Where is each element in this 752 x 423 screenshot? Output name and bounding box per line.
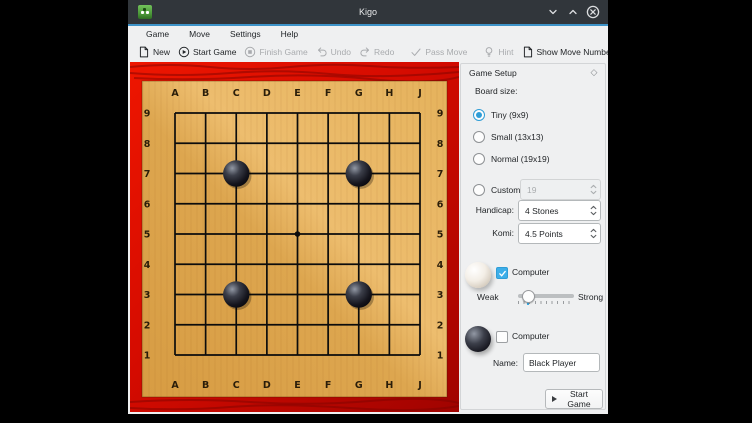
board-size-option-small-13x13[interactable]: Small (13x13) <box>473 130 543 143</box>
hint-icon <box>483 46 495 58</box>
svg-text:4: 4 <box>144 260 151 271</box>
svg-text:A: A <box>171 380 179 391</box>
board-size-option-tiny-9x9[interactable]: Tiny (9x9) <box>473 108 528 121</box>
svg-text:2: 2 <box>437 320 444 331</box>
svg-text:8: 8 <box>144 139 151 150</box>
menu-item-help[interactable]: Help <box>271 29 308 39</box>
white-stone-image <box>465 262 491 288</box>
main-content: A A B B C C D D E E F F G G H H J J 9 9 8 8 7 7 6 6 5 5 4 4 3 3 2 2 1 1 Gam… <box>128 62 608 414</box>
play-icon <box>552 396 557 402</box>
menu-bar: GameMoveSettingsHelp <box>128 26 608 41</box>
svg-text:A: A <box>171 88 179 99</box>
svg-text:5: 5 <box>437 230 444 241</box>
radio-button[interactable] <box>473 153 485 165</box>
svg-text:D: D <box>263 380 271 391</box>
svg-text:7: 7 <box>437 169 444 180</box>
start-game-button[interactable]: Start Game <box>174 42 240 61</box>
board-size-option-custom[interactable]: Custom: <box>473 183 523 196</box>
svg-text:B: B <box>202 88 209 99</box>
pass-move-button: Pass Move <box>406 42 471 61</box>
new-button[interactable]: New <box>134 42 174 61</box>
svg-text:H: H <box>385 88 393 99</box>
window-title: Kigo <box>128 7 608 17</box>
toolbar: NewStart GameFinish GameUndoRedo Pass Mov… <box>128 41 608 62</box>
redo-icon <box>359 46 371 58</box>
finish-game-icon <box>244 46 256 58</box>
svg-text:C: C <box>233 88 240 99</box>
radio-button[interactable] <box>473 131 485 143</box>
svg-text:E: E <box>294 380 301 391</box>
svg-text:2: 2 <box>144 320 151 331</box>
hint-button: Hint <box>479 42 517 61</box>
svg-text:E: E <box>294 88 301 99</box>
minimize-button[interactable] <box>546 5 560 19</box>
svg-text:G: G <box>355 88 363 99</box>
board-size-option-normal-19x19[interactable]: Normal (19x19) <box>473 152 550 165</box>
radio-button[interactable] <box>473 109 485 121</box>
desktop-background: { "window": { "title": "Kigo" }, "menu":… <box>0 0 752 423</box>
svg-text:B: B <box>202 380 209 391</box>
svg-text:9: 9 <box>144 109 151 120</box>
svg-text:F: F <box>325 88 332 99</box>
svg-text:F: F <box>325 380 332 391</box>
black-computer-label: Computer <box>512 331 549 341</box>
strength-strong-label: Strong <box>578 292 603 302</box>
undo-button: Undo <box>312 42 355 61</box>
svg-text:6: 6 <box>437 199 444 210</box>
svg-text:H: H <box>385 380 393 391</box>
svg-text:D: D <box>263 88 271 99</box>
svg-text:G: G <box>355 380 363 391</box>
svg-text:1: 1 <box>144 351 151 362</box>
svg-text:C: C <box>233 380 240 391</box>
diamond-icon[interactable] <box>588 66 600 78</box>
strength-weak-label: Weak <box>477 292 499 302</box>
svg-text:7: 7 <box>144 169 151 180</box>
undo-icon <box>316 46 328 58</box>
svg-text:1: 1 <box>437 351 444 362</box>
board-widget: A A B B C C D D E E F F G G H H J J 9 9 8 8 7 7 6 6 5 5 4 4 3 3 2 2 1 1 <box>130 62 459 412</box>
custom-size-spinbox: 19 <box>520 179 601 200</box>
menu-item-game[interactable]: Game <box>136 29 179 39</box>
svg-text:3: 3 <box>144 290 151 301</box>
maximize-button[interactable] <box>566 5 580 19</box>
svg-text:J: J <box>417 88 422 99</box>
radio-button[interactable] <box>473 184 485 196</box>
komi-label: Komi: <box>461 228 514 238</box>
game-setup-panel: Game Setup Board size: Tiny (9x9) Small (… <box>460 63 606 410</box>
black-stone-image <box>465 326 491 352</box>
white-computer-checkbox[interactable] <box>496 267 508 279</box>
black-computer-checkbox[interactable] <box>496 331 508 343</box>
finish-game-button: Finish Game <box>240 42 311 61</box>
svg-text:J: J <box>417 380 422 391</box>
title-bar: Kigo <box>128 0 608 24</box>
menu-item-move[interactable]: Move <box>179 29 220 39</box>
white-computer-label: Computer <box>512 267 549 277</box>
handicap-spinbox[interactable]: 4 Stones <box>518 200 601 221</box>
komi-spinbox[interactable]: 4.5 Points <box>518 223 601 244</box>
svg-text:3: 3 <box>437 290 444 301</box>
board-size-label: Board size: <box>475 86 518 96</box>
svg-text:8: 8 <box>437 139 444 150</box>
show-move-numbers-icon <box>522 46 534 58</box>
svg-text:6: 6 <box>144 199 151 210</box>
new-icon <box>138 46 150 58</box>
strength-slider-handle[interactable] <box>522 290 535 303</box>
start-game-button[interactable]: Start Game <box>545 389 603 409</box>
black-player-name-input[interactable] <box>523 353 600 372</box>
show-move-numbers-button[interactable]: Show Move Numbers <box>518 42 609 61</box>
redo-button: Redo <box>355 42 398 61</box>
close-button[interactable] <box>586 5 600 19</box>
kigo-window: Kigo GameMoveSettingsHelp NewStart GameF… <box>128 0 608 414</box>
name-label: Name: <box>461 358 518 368</box>
pass-move-icon <box>410 46 422 58</box>
handicap-label: Handicap: <box>461 205 514 215</box>
start-game-icon <box>178 46 190 58</box>
svg-text:5: 5 <box>144 230 151 241</box>
svg-text:9: 9 <box>437 109 444 120</box>
svg-text:4: 4 <box>437 260 444 271</box>
panel-title: Game Setup <box>469 68 517 78</box>
menu-item-settings[interactable]: Settings <box>220 29 271 39</box>
go-board[interactable]: A A B B C C D D E E F F G G H H J J 9 9 8 8 7 7 6 6 5 5 4 4 3 3 2 2 1 1 <box>130 62 459 412</box>
